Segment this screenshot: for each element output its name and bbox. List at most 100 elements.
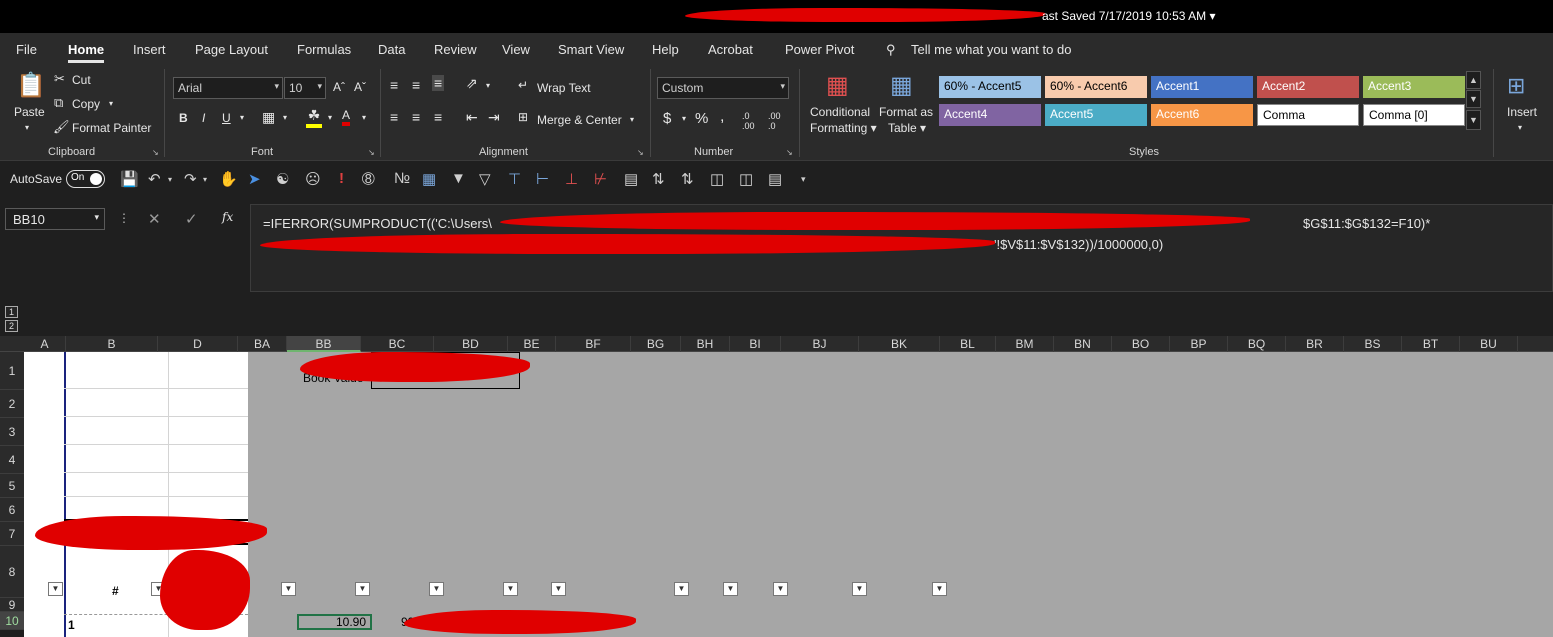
exclamation-icon[interactable]: ! [339,170,344,187]
column-header-bi[interactable]: BI [730,336,781,352]
unlink-icon[interactable]: ◫ [739,170,753,188]
cut-button[interactable]: Cut [72,73,91,87]
filter-dropdown-icon[interactable]: ▼ [852,582,867,596]
redo-dropdown-icon[interactable]: ▾ [203,175,207,184]
row-header-8[interactable]: 8 [0,546,24,598]
column-header-bb[interactable]: BB [287,336,361,352]
column-header-br[interactable]: BR [1286,336,1344,352]
filter-icon[interactable]: ▼ [451,170,466,187]
column-header-bo[interactable]: BO [1112,336,1170,352]
bold-icon[interactable]: B [179,111,188,125]
conditional-formatting-icon[interactable]: ▦ [826,71,849,100]
tab-acrobat[interactable]: Acrobat [708,42,753,57]
tab-smart-view[interactable]: Smart View [558,42,624,57]
column-header-bk[interactable]: BK [859,336,940,352]
tab-formulas[interactable]: Formulas [297,42,351,57]
currency-icon[interactable]: $ [663,110,671,127]
column-header-bm[interactable]: BM [996,336,1054,352]
row-header-6[interactable]: 6 [0,498,24,522]
decrease-indent-icon[interactable]: ⇤ [466,109,478,126]
borders-dropdown-icon[interactable]: ▾ [283,113,287,122]
row-header-3[interactable]: 3 [0,418,24,446]
insert-cells-button[interactable]: Insert [1507,105,1537,119]
row-header-7[interactable]: 7 [0,522,24,546]
frown-icon[interactable]: ☹ [305,170,321,188]
sort-ascending-icon[interactable]: ⇅ [652,170,665,188]
row-header-1[interactable]: 1 [0,352,24,390]
wrap-text-icon[interactable]: ↵ [518,78,528,92]
remove-group-icon[interactable]: ⊥ [565,170,578,188]
group-icon[interactable]: ⊤ [508,170,521,188]
align-center-icon[interactable]: ≡ [412,109,420,125]
filter-dropdown-icon[interactable]: ▼ [551,582,566,596]
borders-icon[interactable]: ▦ [262,109,275,126]
conditional-formatting-button[interactable]: Conditional [810,105,870,119]
gallery-scroll-down-icon[interactable]: ▼ [1466,90,1481,108]
font-name-select[interactable]: Arial ▾ [173,77,283,99]
percent-icon[interactable]: % [695,110,708,127]
cell-style-comma-0[interactable]: Comma [0] [1363,104,1465,126]
column-header-bg[interactable]: BG [631,336,681,352]
merge-center-icon[interactable]: ⊞ [518,110,528,124]
align-middle-icon[interactable]: ≡ [412,77,420,93]
tab-data[interactable]: Data [378,42,405,57]
align-right-icon[interactable]: ≡ [434,109,442,125]
active-cell-bb10[interactable]: 10.90 [297,614,372,630]
scissors-icon[interactable]: ✂ [54,71,65,87]
delete-group-icon[interactable]: ⊬ [594,170,607,188]
tab-page-layout[interactable]: Page Layout [195,42,268,57]
tab-review[interactable]: Review [434,42,477,57]
copy-icon[interactable]: ⧉ [54,95,63,111]
save-icon[interactable]: 💾 [120,170,139,188]
filter-dropdown-icon[interactable]: ▼ [932,582,947,596]
merge-dropdown-icon[interactable]: ▾ [630,115,634,124]
copy-button[interactable]: Copy [72,97,100,111]
column-header-bn[interactable]: BN [1054,336,1112,352]
column-header-a[interactable]: A [24,336,66,352]
paste-dropdown-icon[interactable]: ▾ [25,123,29,132]
cell-style-60-accent6[interactable]: 60% - Accent6 [1045,76,1147,98]
column-header-be[interactable]: BE [508,336,556,352]
cancel-icon[interactable]: ✕ [148,210,161,228]
column-header-bs[interactable]: BS [1344,336,1402,352]
filter-dropdown-icon[interactable]: ▼ [48,582,63,596]
column-header-bj[interactable]: BJ [781,336,859,352]
column-header-bf[interactable]: BF [556,336,631,352]
format-painter-icon[interactable]: 🖌 [53,119,70,135]
format-painter-button[interactable]: Format Painter [72,121,151,135]
copy-dropdown-icon[interactable]: ▾ [109,99,113,108]
column-header-bp[interactable]: BP [1170,336,1228,352]
tab-power-pivot[interactable]: Power Pivot [785,42,854,57]
cell-style-accent1[interactable]: Accent1 [1151,76,1253,98]
row-header-2[interactable]: 2 [0,390,24,418]
cell-style-accent5[interactable]: Accent5 [1045,104,1147,126]
gallery-scroll-up-icon[interactable]: ▲ [1466,71,1481,89]
autosave-toggle[interactable]: On [66,170,105,188]
outline-level-2[interactable]: 2 [5,320,18,332]
last-saved-status[interactable]: ast Saved 7/17/2019 10:53 AM ▾ [1042,9,1215,23]
increase-indent-icon[interactable]: ⇥ [488,109,500,126]
circle-eight-icon[interactable]: ➇ [362,170,375,188]
currency-dropdown-icon[interactable]: ▾ [682,114,686,123]
shrink-font-icon[interactable]: Aˇ [354,80,366,94]
tab-home[interactable]: Home [68,42,105,63]
column-header-bu[interactable]: BU [1460,336,1518,352]
grow-font-icon[interactable]: Aˆ [333,80,345,94]
cell-b8-header[interactable]: # [112,584,119,598]
filter-dropdown-icon[interactable]: ▼ [429,582,444,596]
clear-filter-icon[interactable]: ▽ [479,170,491,188]
tell-me-search[interactable]: Tell me what you want to do [911,42,1071,57]
align-bottom-icon[interactable]: ≡ [432,75,445,91]
filter-dropdown-icon[interactable]: ▼ [355,582,370,596]
number-launcher-icon[interactable]: ↘ [786,148,793,157]
font-launcher-icon[interactable]: ↘ [368,148,375,157]
insert-dropdown-icon[interactable]: ▾ [1518,123,1522,132]
format-as-table-button-line2[interactable]: Table ▾ [888,121,926,135]
align-left-icon[interactable]: ≡ [390,109,398,125]
tab-insert[interactable]: Insert [133,42,166,57]
ungroup-icon[interactable]: ⊢ [536,170,549,188]
conditional-formatting-button-line2[interactable]: Formatting ▾ [810,121,877,135]
column-header-bt[interactable]: BT [1402,336,1460,352]
tab-help[interactable]: Help [652,42,679,57]
gallery-more-icon[interactable]: ▼ [1466,110,1481,130]
